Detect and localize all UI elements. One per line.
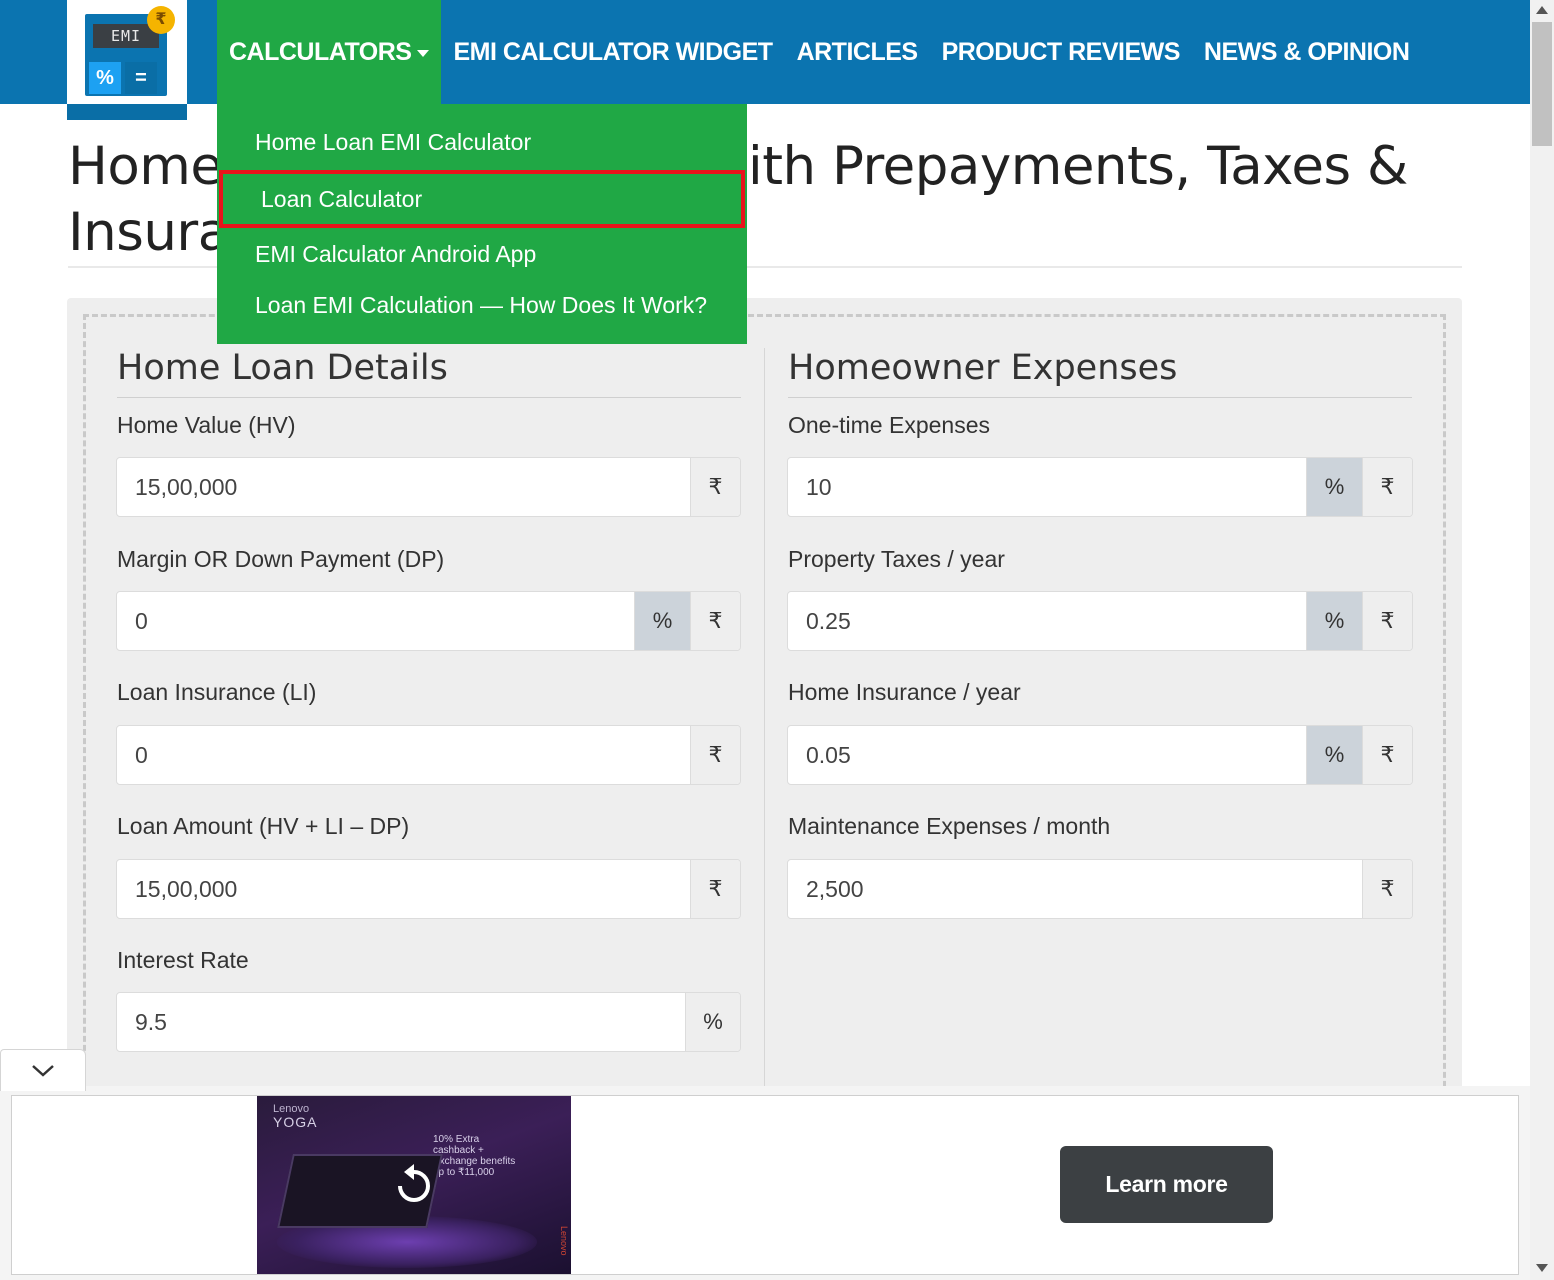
home-loan-details-rule	[117, 397, 741, 398]
scroll-up-arrow-icon[interactable]	[1536, 6, 1548, 14]
ad-side-text: Lenovo	[559, 1226, 569, 1256]
one-time-expenses-percent-toggle[interactable]: %	[1306, 458, 1362, 516]
maintenance-expenses-field[interactable]: 2,500 ₹	[787, 859, 1413, 919]
loan-insurance-label: Loan Insurance (LI)	[117, 679, 317, 705]
interest-rate-input[interactable]: 9.5	[117, 993, 685, 1051]
nav-calculators[interactable]: CALCULATORS	[217, 0, 442, 104]
column-divider	[764, 348, 765, 1098]
one-time-expenses-rupee-toggle[interactable]: ₹	[1362, 458, 1412, 516]
loan-amount-label: Loan Amount (HV + LI – DP)	[117, 813, 410, 839]
vertical-scrollbar[interactable]	[1530, 0, 1554, 1280]
interest-rate-percent-addon[interactable]: %	[685, 993, 740, 1051]
property-taxes-input[interactable]: 0.25	[788, 592, 1306, 650]
one-time-expenses-label: One-time Expenses	[788, 412, 990, 438]
page-title-line1-left: Home	[68, 136, 223, 197]
chevron-down-icon	[32, 1065, 54, 1077]
loan-amount-field[interactable]: 15,00,000 ₹	[116, 859, 741, 919]
home-value-label: Home Value (HV)	[117, 412, 296, 438]
scrollbar-thumb[interactable]	[1532, 22, 1552, 146]
home-insurance-field[interactable]: 0.05 % ₹	[787, 725, 1413, 785]
loan-insurance-field[interactable]: 0 ₹	[116, 725, 741, 785]
calculators-dropdown-menu: Home Loan EMI Calculator Loan Calculator…	[217, 104, 747, 344]
nav-articles[interactable]: ARTICLES	[785, 0, 930, 104]
ad-image[interactable]: Lenovo YOGA 10% Extra cashback + Exchang…	[257, 1096, 571, 1274]
home-insurance-label: Home Insurance / year	[788, 679, 1021, 705]
page: EMI % = ₹ CALCULATORS EMI CALCULATOR WID…	[0, 0, 1554, 1280]
ad-offer-text: 10% Extra cashback + Exchange benefits u…	[433, 1134, 516, 1178]
menu-item-emi-calculator-android-app[interactable]: EMI Calculator Android App	[255, 241, 536, 268]
property-taxes-rupee-toggle[interactable]: ₹	[1362, 592, 1412, 650]
down-payment-field[interactable]: 0 % ₹	[116, 591, 741, 651]
maintenance-expenses-input[interactable]: 2,500	[788, 860, 1362, 918]
scroll-down-arrow-icon[interactable]	[1536, 1264, 1548, 1272]
home-value-rupee-addon[interactable]: ₹	[690, 458, 740, 516]
page-title-line2: Insura	[68, 202, 230, 263]
menu-item-loan-emi-calculation-how-it-works[interactable]: Loan EMI Calculation — How Does It Work?	[255, 292, 707, 319]
learn-more-button[interactable]: Learn more	[1060, 1146, 1273, 1223]
home-insurance-percent-toggle[interactable]: %	[1306, 726, 1362, 784]
home-loan-details-heading: Home Loan Details	[117, 348, 448, 388]
nav-product-reviews[interactable]: PRODUCT REVIEWS	[930, 0, 1192, 104]
down-payment-percent-toggle[interactable]: %	[634, 592, 690, 650]
maintenance-expenses-label: Maintenance Expenses / month	[788, 813, 1111, 839]
menu-item-loan-calculator[interactable]: Loan Calculator	[219, 170, 745, 228]
property-taxes-percent-toggle[interactable]: %	[1306, 592, 1362, 650]
nav-news-opinion[interactable]: NEWS & OPINION	[1192, 0, 1422, 104]
home-value-input[interactable]: 15,00,000	[117, 458, 690, 516]
home-value-field[interactable]: 15,00,000 ₹	[116, 457, 741, 517]
loan-amount-rupee-addon[interactable]: ₹	[690, 860, 740, 918]
loan-insurance-rupee-addon[interactable]: ₹	[690, 726, 740, 784]
loan-insurance-input[interactable]: 0	[117, 726, 690, 784]
nav-emi-calculator-widget[interactable]: EMI CALCULATOR WIDGET	[441, 0, 784, 104]
bottom-ad-banner[interactable]: Lenovo YOGA 10% Extra cashback + Exchang…	[11, 1095, 1519, 1275]
property-taxes-field[interactable]: 0.25 % ₹	[787, 591, 1413, 651]
home-insurance-rupee-toggle[interactable]: ₹	[1362, 726, 1412, 784]
nav-calculators-label: CALCULATORS	[229, 37, 412, 66]
ad-brand: YOGA	[273, 1114, 318, 1130]
rupee-coin-icon: ₹	[147, 6, 175, 34]
logo-equals-key: =	[125, 62, 157, 94]
ad-collapse-toggle[interactable]	[0, 1049, 86, 1091]
property-taxes-label: Property Taxes / year	[788, 546, 1005, 572]
interest-rate-label: Interest Rate	[117, 947, 249, 973]
down-payment-input[interactable]: 0	[117, 592, 634, 650]
logo-percent-key: %	[89, 62, 121, 94]
calculator-panel: Home Loan Details Home Value (HV) 15,00,…	[67, 298, 1462, 1114]
page-title-line1-right: ith Prepayments, Taxes &	[748, 136, 1408, 197]
one-time-expenses-field[interactable]: 10 % ₹	[787, 457, 1413, 517]
site-logo[interactable]: EMI % = ₹	[67, 0, 187, 120]
interest-rate-field[interactable]: 9.5 %	[116, 992, 741, 1052]
loan-amount-input[interactable]: 15,00,000	[117, 860, 690, 918]
down-payment-rupee-toggle[interactable]: ₹	[690, 592, 740, 650]
home-insurance-input[interactable]: 0.05	[788, 726, 1306, 784]
caret-down-icon	[417, 49, 430, 57]
replay-icon[interactable]	[394, 1162, 434, 1206]
homeowner-expenses-heading: Homeowner Expenses	[788, 348, 1178, 388]
down-payment-label: Margin OR Down Payment (DP)	[117, 546, 445, 572]
one-time-expenses-input[interactable]: 10	[788, 458, 1306, 516]
maintenance-expenses-rupee-addon[interactable]: ₹	[1362, 860, 1412, 918]
homeowner-expenses-rule	[788, 397, 1412, 398]
main-nav: CALCULATORS EMI CALCULATOR WIDGET ARTICL…	[217, 0, 1421, 104]
menu-item-home-loan-emi-calculator[interactable]: Home Loan EMI Calculator	[255, 129, 531, 156]
